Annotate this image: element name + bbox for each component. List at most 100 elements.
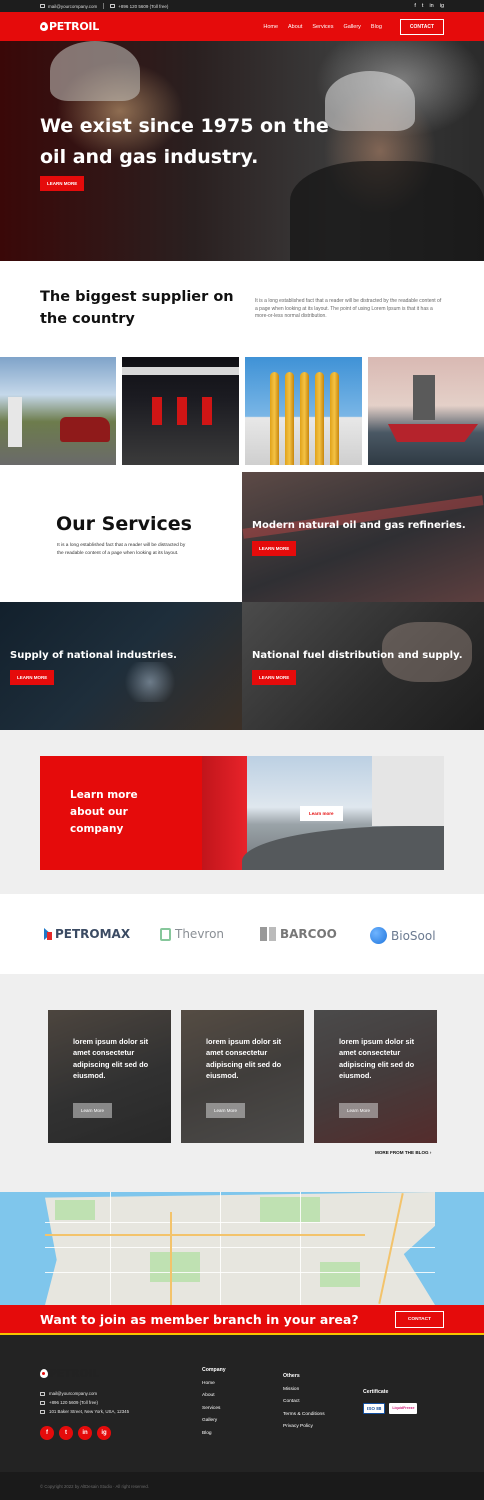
- join-contact-button[interactable]: CONTACT: [394, 1310, 444, 1328]
- barcoo-logo-icon: [260, 927, 276, 941]
- footer-link-services[interactable]: Services: [202, 1406, 226, 1411]
- brand-biosool: BioSool: [370, 927, 436, 944]
- certificate-badges: ISO 88 LiquidFreeze: [363, 1403, 418, 1414]
- service-tile-industries[interactable]: Supply of national industries. LEARN MOR…: [0, 602, 242, 730]
- service-learn-more-button[interactable]: LEARN MORE: [252, 541, 297, 556]
- iso-badge: ISO 88: [363, 1403, 386, 1414]
- nav-link-about[interactable]: About: [288, 24, 302, 30]
- photo-drill-ship: [368, 357, 484, 465]
- supplier-text: It is a long established fact that a rea…: [255, 298, 442, 320]
- logo[interactable]: PETROIL: [40, 20, 99, 33]
- footer-others-column: Others Mission Contact Terms & Condition…: [283, 1373, 325, 1437]
- map-highway: [45, 1234, 365, 1236]
- footer-address-text: 101 Baker Street, New York, USA, 12345: [49, 1408, 130, 1414]
- join-title: Want to join as member branch in your ar…: [40, 1311, 359, 1327]
- fuel-pump-shape: [152, 397, 162, 425]
- nav-link-home[interactable]: Home: [263, 24, 278, 30]
- phone-icon: [40, 1401, 45, 1406]
- ship-tower-shape: [413, 375, 435, 420]
- nav-contact-button[interactable]: CONTACT: [399, 18, 444, 35]
- service-learn-more-button[interactable]: LEARN MORE: [252, 670, 297, 685]
- topbar-email[interactable]: mail@yourcompany.com: [40, 4, 97, 9]
- photo-pipelines: [245, 357, 362, 465]
- blog-card-button[interactable]: Learn More: [206, 1103, 246, 1118]
- topbar-email-text: mail@yourcompany.com: [48, 3, 98, 9]
- map-street: [45, 1272, 435, 1273]
- service-learn-more-button[interactable]: LEARN MORE: [10, 670, 55, 685]
- blog-card-button[interactable]: Learn More: [73, 1103, 113, 1118]
- pipe-shape: [285, 372, 294, 465]
- service-tile-refineries[interactable]: Modern natural oil and gas refineries. L…: [242, 472, 484, 602]
- hero-photo-worker-left: [50, 41, 140, 101]
- footer-link-gallery[interactable]: Gallery: [202, 1418, 226, 1423]
- map-land: [45, 1192, 435, 1305]
- footer-contact: mail@yourcompany.com +896 120 5609 (Toll…: [40, 1390, 129, 1416]
- hero-photo-shadow: [290, 161, 484, 261]
- learn-more-button[interactable]: Learn more: [300, 806, 343, 821]
- footer-link-blog[interactable]: Blog: [202, 1431, 226, 1436]
- road-shape: [242, 826, 444, 870]
- footer-certificate-column: Certificate ISO 88 LiquidFreeze: [363, 1389, 418, 1421]
- twitter-icon[interactable]: t: [422, 3, 424, 9]
- canopy-shape: [122, 367, 239, 375]
- footer-link-contact[interactable]: Contact: [283, 1399, 325, 1404]
- nav-link-gallery[interactable]: Gallery: [343, 24, 360, 30]
- footer-email[interactable]: mail@yourcompany.com: [40, 1390, 129, 1399]
- map-highway: [170, 1212, 172, 1305]
- top-bar: mail@yourcompany.com +896 120 5609 (Toll…: [0, 0, 484, 12]
- footer-link-about[interactable]: About: [202, 1393, 226, 1398]
- nav-links: Home About Services Gallery Blog CONTACT: [263, 18, 444, 35]
- brand-name: BioSool: [391, 928, 436, 943]
- blog-card-text: lorem ipsum dolor sit amet consectetur a…: [206, 1037, 282, 1080]
- instagram-icon[interactable]: ig: [440, 3, 444, 9]
- twitter-icon[interactable]: t: [59, 1426, 73, 1440]
- blog-card-button[interactable]: Learn More: [339, 1103, 379, 1118]
- location-map[interactable]: [0, 1192, 484, 1305]
- hero-title: We exist since 1975 on the oil and gas i…: [40, 115, 329, 168]
- brand-name: BARCOO: [280, 927, 337, 941]
- map-street: [45, 1247, 435, 1248]
- facebook-icon[interactable]: f: [414, 3, 416, 9]
- linkedin-icon[interactable]: in: [429, 3, 433, 9]
- nav-link-blog[interactable]: Blog: [371, 24, 382, 30]
- mail-icon: [40, 1392, 45, 1397]
- footer-link-terms[interactable]: Terms & Conditions: [283, 1412, 325, 1417]
- footer-link-mission[interactable]: Mission: [283, 1387, 325, 1392]
- instagram-icon[interactable]: ig: [97, 1426, 111, 1440]
- fuel-pump-shape: [202, 397, 212, 425]
- service-tile-title: Supply of national industries.: [10, 650, 177, 661]
- brand-name: Thevron: [175, 927, 225, 941]
- footer-company-heading: Company: [202, 1367, 226, 1373]
- map-park: [260, 1197, 320, 1222]
- nav-link-services[interactable]: Services: [312, 24, 333, 30]
- copyright-bar: © Copyright 2022 by AltDesain Studio · A…: [0, 1472, 484, 1500]
- more-from-blog-link[interactable]: MORE FROM THE BLOG ›: [375, 1150, 431, 1155]
- footer-logo[interactable]: PETROIL: [40, 1367, 99, 1380]
- brand-petromax: PETROMAX: [44, 927, 130, 941]
- footer-link-privacy[interactable]: Privacy Policy: [283, 1424, 325, 1429]
- linkedin-icon[interactable]: in: [78, 1426, 92, 1440]
- hero-section: We exist since 1975 on the oil and gas i…: [0, 41, 484, 261]
- footer-phone[interactable]: +896 120 5609 (Toll free): [40, 1399, 129, 1408]
- map-street: [110, 1192, 111, 1305]
- hero-learn-more-button[interactable]: LEARN MORE: [40, 176, 85, 191]
- facebook-icon[interactable]: f: [40, 1426, 54, 1440]
- blog-card-text: lorem ipsum dolor sit amet consectetur a…: [339, 1037, 415, 1080]
- logo-text: PETROIL: [49, 20, 99, 33]
- storage-tank-shape: [372, 756, 444, 826]
- footer-address: 101 Baker Street, New York, USA, 12345: [40, 1408, 129, 1417]
- services-text: It is a long established fact that a rea…: [57, 543, 186, 556]
- service-tile-title: Modern natural oil and gas refineries.: [252, 520, 466, 531]
- topbar-phone[interactable]: +896 120 5609 (Toll free): [110, 4, 168, 9]
- blog-card[interactable]: lorem ipsum dolor sit amet consectetur a…: [181, 1010, 304, 1143]
- footer-certificate-heading: Certificate: [363, 1389, 389, 1395]
- footer-link-home[interactable]: Home: [202, 1381, 226, 1386]
- main-nav: PETROIL Home About Services Gallery Blog…: [0, 12, 484, 41]
- map-pin-icon: [40, 1409, 45, 1414]
- footer-logo-text: PETROIL: [49, 1367, 99, 1380]
- map-park: [55, 1200, 95, 1220]
- blog-card[interactable]: lorem ipsum dolor sit amet consectetur a…: [314, 1010, 437, 1143]
- blog-card[interactable]: lorem ipsum dolor sit amet consectetur a…: [48, 1010, 171, 1143]
- service-tile-distribution[interactable]: National fuel distribution and supply. L…: [242, 602, 484, 730]
- footer-company-column: Company Home About Services Gallery Blog: [202, 1367, 226, 1443]
